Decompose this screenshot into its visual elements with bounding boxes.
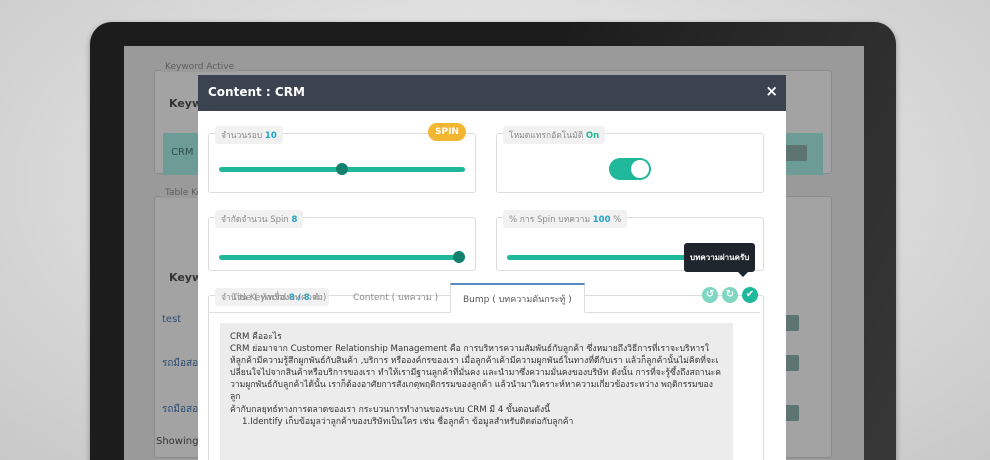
rounds-slider-handle[interactable] bbox=[335, 163, 348, 175]
modal-title: Content : CRM bbox=[208, 85, 305, 99]
content-line: CRM คืออะไร bbox=[230, 332, 282, 342]
content-line: CRM ย่อมาจาก Customer Relationship Manag… bbox=[230, 344, 709, 355]
keyword-active-legend: Keyword Active bbox=[161, 62, 239, 72]
toggle-knob bbox=[631, 160, 649, 178]
content-line: วามผูกพันธ์กับลูกค้าได้นั้น เราก็ต้องอาศ… bbox=[230, 380, 713, 403]
content-line: ค้ากับกลยุทธ์ทางการตลาดของเรา กระบวนการท… bbox=[230, 404, 551, 415]
insert-mode-toggle[interactable] bbox=[609, 158, 651, 180]
tab-bump[interactable]: Bump ( บทความดันกระทู้ ) bbox=[450, 283, 585, 313]
content-line: 1.Identify เก็บข้อมูลว่าลูกค้าของบริษัทเ… bbox=[242, 416, 574, 427]
insert-mode-box: โหมดแทรกอัตโนมัติ On bbox=[496, 126, 764, 193]
crm-cell: CRM bbox=[171, 147, 194, 158]
table-row[interactable]: test bbox=[162, 314, 181, 325]
showing-text: Showing bbox=[156, 436, 199, 447]
content-line: ปลี่ยนใจไปจากสินค้าหรือบริการของเรา ทำให… bbox=[230, 368, 721, 379]
spin-limit-slider[interactable] bbox=[219, 251, 465, 263]
close-icon[interactable]: × bbox=[765, 82, 778, 100]
modal-header: Content : CRM × bbox=[198, 75, 786, 111]
article-content[interactable]: CRM คืออะไร CRM ย่อมาจาก Customer Relati… bbox=[220, 323, 733, 460]
spin-badge[interactable]: SPIN bbox=[428, 123, 466, 141]
content-tabs: Title ( หัวเรื่องบทความ) Content ( บทควา… bbox=[208, 283, 760, 313]
table-row[interactable]: รถมือสอง bbox=[162, 402, 203, 417]
edit-button[interactable] bbox=[785, 145, 807, 161]
insert-mode-label: โหมดแทรกอัตโนมัติ On bbox=[503, 126, 606, 144]
spin-limit-slider-handle[interactable] bbox=[453, 251, 465, 263]
tab-title[interactable]: Title ( หัวเรื่องบทความ) bbox=[232, 283, 326, 313]
laptop-screen: Keyword Active Keyw CRM Table Key Keyw t… bbox=[124, 46, 864, 460]
rounds-box: จำนวนรอบ 10 bbox=[208, 126, 476, 193]
content-modal: Content : CRM × จำนวนรอบ 10 SPIN โหมดแทร… bbox=[198, 75, 786, 460]
spin-limit-box: จำกัดจำนวน Spin 8 bbox=[208, 210, 476, 271]
tab-content[interactable]: Content ( บทความ ) bbox=[353, 283, 438, 313]
spin-limit-label: จำกัดจำนวน Spin 8 bbox=[215, 210, 304, 228]
rounds-slider[interactable] bbox=[219, 163, 465, 175]
status-tooltip: บทความผ่านครับ bbox=[684, 243, 756, 277]
content-line: ห้ลูกค้ามีความรู้สึกผูกพันธ์กับสินค้า ,บ… bbox=[230, 356, 719, 367]
table-row[interactable]: รถมือสอง bbox=[162, 356, 203, 371]
spin-percent-label: % การ Spin บทความ 100 % bbox=[503, 210, 628, 228]
rounds-label: จำนวนรอบ 10 bbox=[215, 126, 283, 144]
